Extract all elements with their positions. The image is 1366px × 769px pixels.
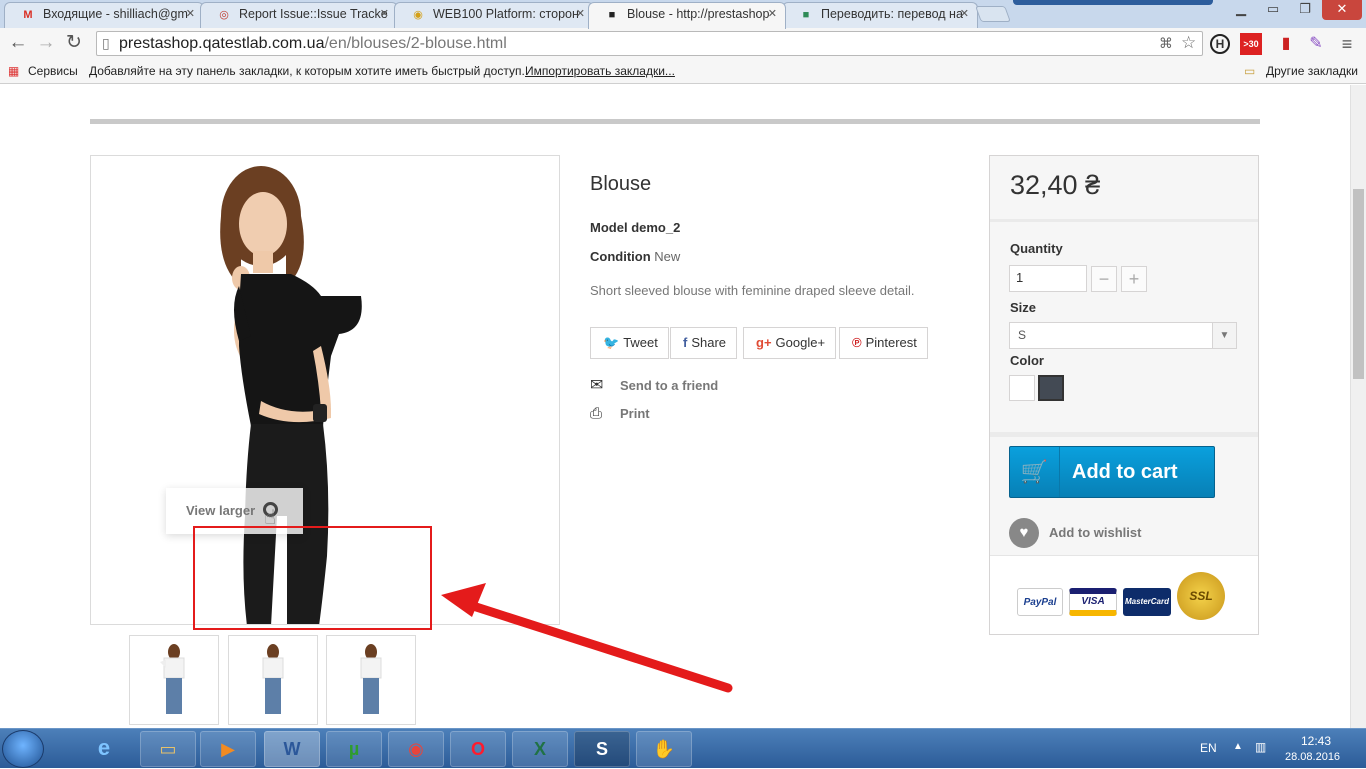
language-indicator[interactable]: EN (1200, 741, 1217, 755)
media-player-icon[interactable]: ▶ (200, 731, 256, 767)
extension-h-icon[interactable]: H (1210, 34, 1230, 54)
tracker-icon: ◎ (219, 9, 229, 21)
clock-date[interactable]: 28.08.2016 (1285, 751, 1340, 763)
address-bar[interactable]: ▯ prestashop.qatestlab.com.ua/en/blouses… (96, 31, 1203, 56)
tab-report-issue[interactable]: ◎ Report Issue::Issue Tracke ✕ (200, 2, 398, 28)
network-icon[interactable]: ▥ (1255, 740, 1266, 754)
user-icon[interactable]: ▭ (1258, 0, 1288, 20)
explorer-icon[interactable]: ▭ (140, 731, 196, 767)
extension-book-icon[interactable]: ▮ (1275, 33, 1297, 55)
tab-title: Входящие - shilliach@gm (43, 7, 188, 21)
reload-icon[interactable]: ↻ (62, 32, 86, 56)
bookmarks-bar: ▦ Сервисы Добавляйте на эту панель закла… (0, 60, 1366, 84)
tab-title: WEB100 Platform: сторон (433, 7, 579, 21)
back-icon[interactable]: ← (6, 32, 30, 56)
gmail-icon: M (23, 9, 33, 21)
windows-taskbar: e ▭ ▶ W µ ◉ O X S ✋ EN ▲ ▥ 12:43 28.08.2… (0, 728, 1366, 768)
close-tab-icon[interactable]: ✕ (186, 7, 195, 20)
tab-title: Report Issue::Issue Tracke (239, 7, 388, 21)
close-tab-icon[interactable]: ✕ (960, 7, 969, 20)
page-icon: ▯ (102, 35, 110, 51)
skype-s-icon[interactable]: S (574, 731, 630, 767)
clock-time[interactable]: 12:43 (1301, 734, 1331, 748)
extension-pen-icon[interactable]: ✎ (1305, 33, 1327, 55)
import-bookmarks-link[interactable]: Импортировать закладки... (525, 64, 675, 78)
restore-icon[interactable]: ❐ (1290, 0, 1320, 20)
close-tab-icon[interactable]: ✕ (576, 7, 585, 20)
tab-blouse[interactable]: ■ Blouse - http://prestashop ✕ (588, 2, 786, 29)
close-window-icon[interactable]: ✕ (1322, 0, 1362, 20)
tab-gmail[interactable]: M Входящие - shilliach@gm ✕ (4, 2, 204, 28)
new-tab-button[interactable] (975, 6, 1011, 22)
prestashop-icon: ■ (608, 9, 616, 21)
ie-icon[interactable]: e (78, 731, 130, 767)
tab-title: Переводить: перевод на (821, 7, 963, 21)
folder-icon: ▭ (1244, 64, 1256, 78)
tab-title: Blouse - http://prestashop (627, 7, 770, 21)
word-icon[interactable]: W (264, 731, 320, 767)
url-path: /en/blouses/2-blouse.html (324, 35, 507, 52)
utorrent-icon[interactable]: µ (326, 731, 382, 767)
url-text[interactable]: prestashop.qatestlab.com.ua/en/blouses/2… (119, 35, 507, 53)
scrollbar-thumb[interactable] (1353, 189, 1364, 379)
page-scrollbar[interactable] (1350, 85, 1366, 728)
minimize-icon[interactable]: ▁ (1226, 0, 1256, 20)
close-tab-icon[interactable]: ✕ (768, 7, 777, 20)
hand-app-icon[interactable]: ✋ (636, 731, 692, 767)
excel-icon[interactable]: X (512, 731, 568, 767)
tray-expand-icon[interactable]: ▲ (1233, 741, 1243, 752)
close-tab-icon[interactable]: ✕ (380, 7, 389, 20)
tab-translate[interactable]: ■ Переводить: перевод на ✕ (782, 2, 978, 28)
window-title-accent (1013, 0, 1213, 5)
system-tray: EN ▲ ▥ 12:43 28.08.2016 (1185, 729, 1366, 769)
translate-page-icon[interactable]: ⌘ (1159, 35, 1173, 52)
translate-icon: ■ (802, 9, 810, 21)
web100-icon: ◉ (413, 9, 423, 21)
apps-link[interactable]: Сервисы (28, 64, 78, 78)
tab-web100[interactable]: ◉ WEB100 Platform: сторон ✕ (394, 2, 594, 28)
other-bookmarks[interactable]: Другие закладки (1266, 64, 1358, 78)
annotation-arrow (441, 583, 733, 693)
product-page: View larger ☝ Blouse Model demo_2 Condit… (0, 85, 1350, 728)
extension-counter-icon[interactable]: >30 (1240, 33, 1262, 55)
opera-icon[interactable]: O (450, 731, 506, 767)
bookmark-star-icon[interactable]: ☆ (1181, 33, 1196, 53)
start-button[interactable] (2, 730, 44, 768)
forward-icon[interactable]: → (34, 32, 58, 56)
chrome-icon[interactable]: ◉ (388, 731, 444, 767)
tab-strip: M Входящие - shilliach@gm ✕ ◎ Report Iss… (0, 0, 1366, 29)
bookmarks-hint: Добавляйте на эту панель закладки, к кот… (89, 64, 525, 78)
url-host: prestashop.qatestlab.com.ua (119, 35, 325, 52)
apps-icon[interactable]: ▦ (8, 64, 19, 78)
menu-icon[interactable]: ≡ (1336, 33, 1358, 55)
